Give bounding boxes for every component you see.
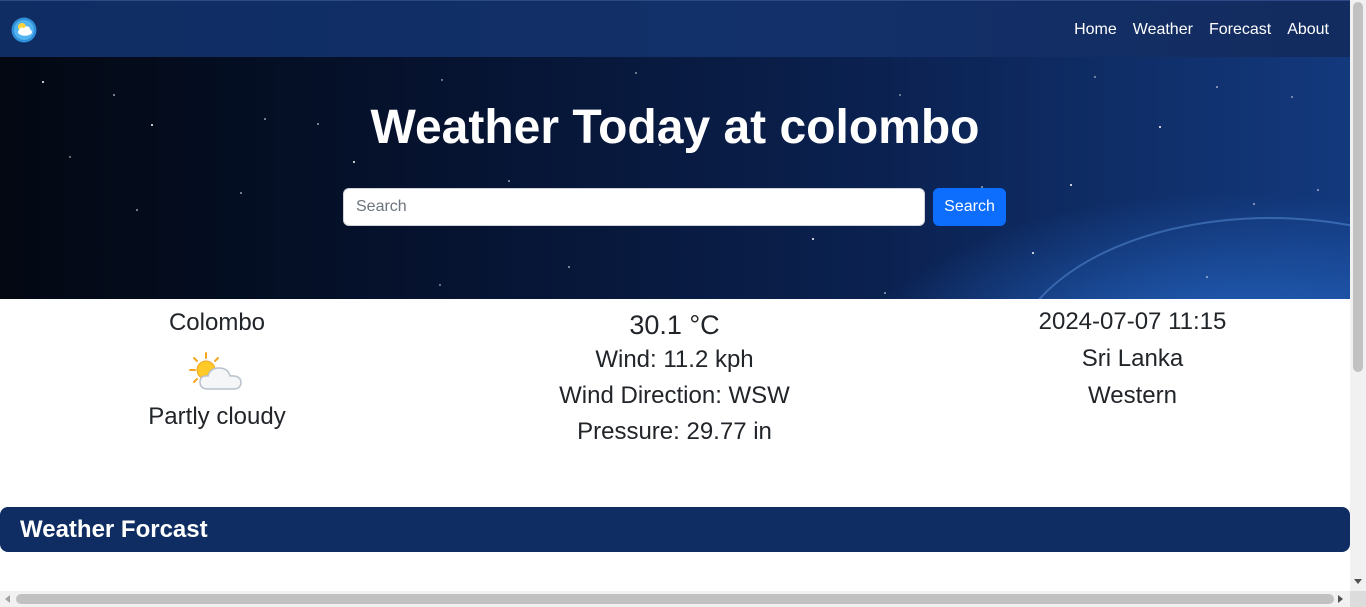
nav-about-link[interactable]: About: [1287, 20, 1329, 40]
location-details: 2024-07-07 11:15 Sri Lanka Western: [915, 307, 1350, 411]
nav-weather-link[interactable]: Weather: [1133, 20, 1193, 40]
city-name: Colombo: [168, 309, 266, 336]
horizontal-scrollbar[interactable]: [0, 591, 1350, 607]
region-name: Western: [1088, 382, 1177, 409]
scrollbar-corner: [1350, 591, 1366, 607]
weather-logo-icon[interactable]: [11, 17, 37, 43]
page: Home Weather Forecast About Weather Toda…: [0, 0, 1350, 591]
temperature-value: 30.1 °C: [629, 310, 720, 340]
wind-speed: Wind: 11.2 kph: [595, 346, 754, 373]
search-input[interactable]: [343, 188, 925, 226]
scroll-right-arrow-icon[interactable]: [1338, 595, 1343, 603]
local-time: 2024-07-07 11:15: [1038, 308, 1227, 335]
scroll-down-arrow-icon[interactable]: [1354, 579, 1362, 584]
country-name: Sri Lanka: [1081, 345, 1184, 372]
horizontal-scroll-thumb[interactable]: [16, 594, 1334, 604]
nav-links: Home Weather Forecast About: [1074, 20, 1329, 40]
weather-metrics: 30.1 °C Wind: 11.2 kph Wind Direction: W…: [434, 307, 915, 447]
hero-banner: Weather Today at colombo Search: [0, 57, 1350, 299]
location-summary: Colombo Partly cloudy: [0, 307, 434, 432]
wind-direction: Wind Direction: WSW: [559, 382, 790, 409]
condition-text: Partly cloudy: [148, 403, 286, 430]
vertical-scroll-thumb[interactable]: [1353, 2, 1363, 372]
forecast-header: Weather Forcast: [0, 507, 1350, 552]
search-button[interactable]: Search: [933, 188, 1006, 226]
nav-forecast-link[interactable]: Forecast: [1209, 20, 1271, 40]
navbar: Home Weather Forecast About: [0, 0, 1350, 57]
pressure-value: Pressure: 29.77 in: [577, 418, 772, 445]
page-title: Weather Today at colombo: [370, 101, 980, 154]
vertical-scrollbar[interactable]: [1350, 0, 1366, 591]
nav-home-link[interactable]: Home: [1074, 20, 1117, 40]
scroll-left-arrow-icon[interactable]: [5, 595, 10, 603]
partly-cloudy-icon: [189, 352, 242, 390]
forecast-title: Weather Forcast: [20, 516, 208, 543]
